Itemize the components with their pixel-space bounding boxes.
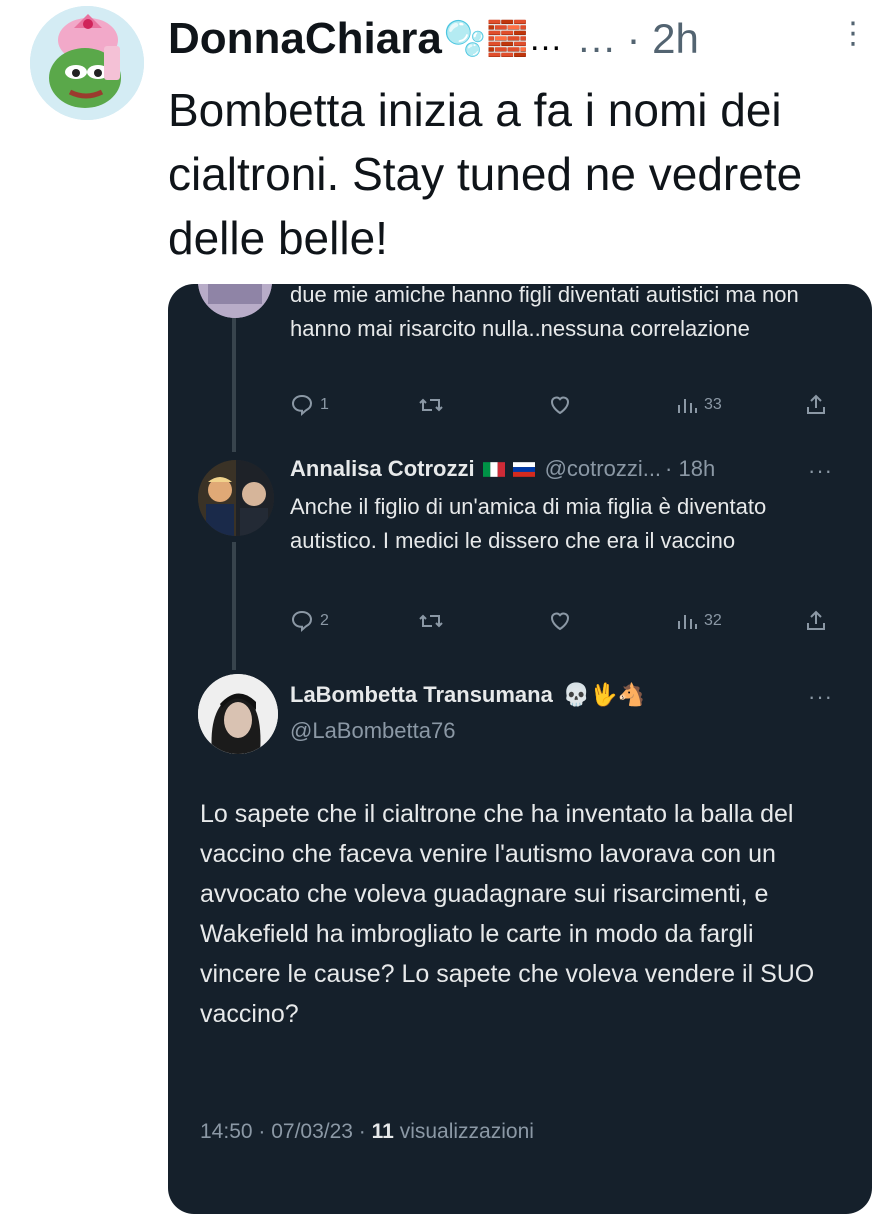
share-icon <box>807 610 825 630</box>
tweet-handle-row: @LaBombetta76 <box>290 718 455 744</box>
views-button[interactable]: 32 <box>676 606 722 636</box>
views-button[interactable]: 33 <box>676 390 722 420</box>
more-options-icon[interactable]: ··· <box>808 684 833 710</box>
more-options-icon[interactable]: ··· <box>808 458 833 484</box>
tweet-text: due mie amiche hanno figli diventati aut… <box>290 284 799 341</box>
reply-icon <box>291 610 313 633</box>
avatar[interactable] <box>30 6 144 120</box>
tweet-meta: 14:50 · 07/03/23 · 11 visualizzazioni <box>200 1120 534 1144</box>
heart-icon <box>550 396 570 415</box>
russia-flag-icon <box>512 461 535 477</box>
name-emoji: 🫧🧱… <box>443 20 563 58</box>
retweet-button[interactable] <box>418 606 444 636</box>
share-button[interactable] <box>804 606 828 636</box>
avatar[interactable] <box>198 460 274 536</box>
display-name[interactable]: Annalisa Cotrozzi <box>290 456 475 482</box>
tweet-text: Bombetta inizia a fa i nomi dei cialtron… <box>168 84 803 264</box>
reply-count: 1 <box>320 396 329 413</box>
avatar[interactable] <box>198 674 278 754</box>
reply-count: 2 <box>320 612 329 629</box>
italy-flag-icon <box>482 461 505 477</box>
handle[interactable]: @LaBombetta76 <box>290 718 455 744</box>
tweet-text: Anche il figlio di un'amica di mia figli… <box>290 494 767 553</box>
retweet-button[interactable] <box>418 390 444 420</box>
display-name[interactable]: LaBombetta Transumana <box>290 682 553 708</box>
timestamp[interactable]: · 2h <box>627 15 699 63</box>
share-icon <box>807 394 825 414</box>
like-button[interactable] <box>548 390 572 420</box>
timestamp[interactable]: · 18h <box>665 456 715 482</box>
name-emoji: 💀🖖🐴 <box>562 682 646 707</box>
reply-button[interactable]: 2 <box>290 606 329 636</box>
views-icon <box>678 399 697 413</box>
retweet-icon <box>419 398 443 412</box>
thread-line <box>232 314 236 452</box>
tweet-header: DonnaChiara 🫧🧱… … · 2h ⋮ <box>168 4 876 74</box>
views-icon <box>678 615 697 629</box>
tweet-header: Annalisa Cotrozzi @cotrozzi... · 18h <box>290 456 715 482</box>
like-button[interactable] <box>548 606 572 636</box>
reply-icon <box>291 394 313 417</box>
action-bar: 1 33 <box>290 390 850 420</box>
avatar[interactable] <box>198 284 272 318</box>
share-button[interactable] <box>804 390 828 420</box>
action-bar: 2 32 <box>290 606 850 636</box>
reply-button[interactable]: 1 <box>290 390 329 420</box>
embedded-screenshot: due mie amiche hanno figli diventati aut… <box>168 284 872 1214</box>
retweet-icon <box>419 614 443 628</box>
timestamp[interactable]: 14:50 · 07/03/23 · <box>200 1120 366 1143</box>
thread-line <box>232 542 236 670</box>
tweet-text: Lo sapete che il cialtrone che ha invent… <box>200 800 815 1028</box>
views-count: 11 <box>371 1120 394 1143</box>
views-count: 33 <box>704 396 722 413</box>
name-ellipsis: … <box>576 16 617 61</box>
display-name[interactable]: DonnaChiara <box>168 14 442 64</box>
tweet-header: LaBombetta Transumana 💀🖖🐴 <box>290 682 645 708</box>
heart-icon <box>550 612 570 631</box>
views-label: visualizzazioni <box>399 1120 534 1143</box>
views-count: 32 <box>704 612 722 629</box>
more-options-icon[interactable]: ⋮ <box>838 16 868 51</box>
handle[interactable]: @cotrozzi... <box>545 456 661 482</box>
